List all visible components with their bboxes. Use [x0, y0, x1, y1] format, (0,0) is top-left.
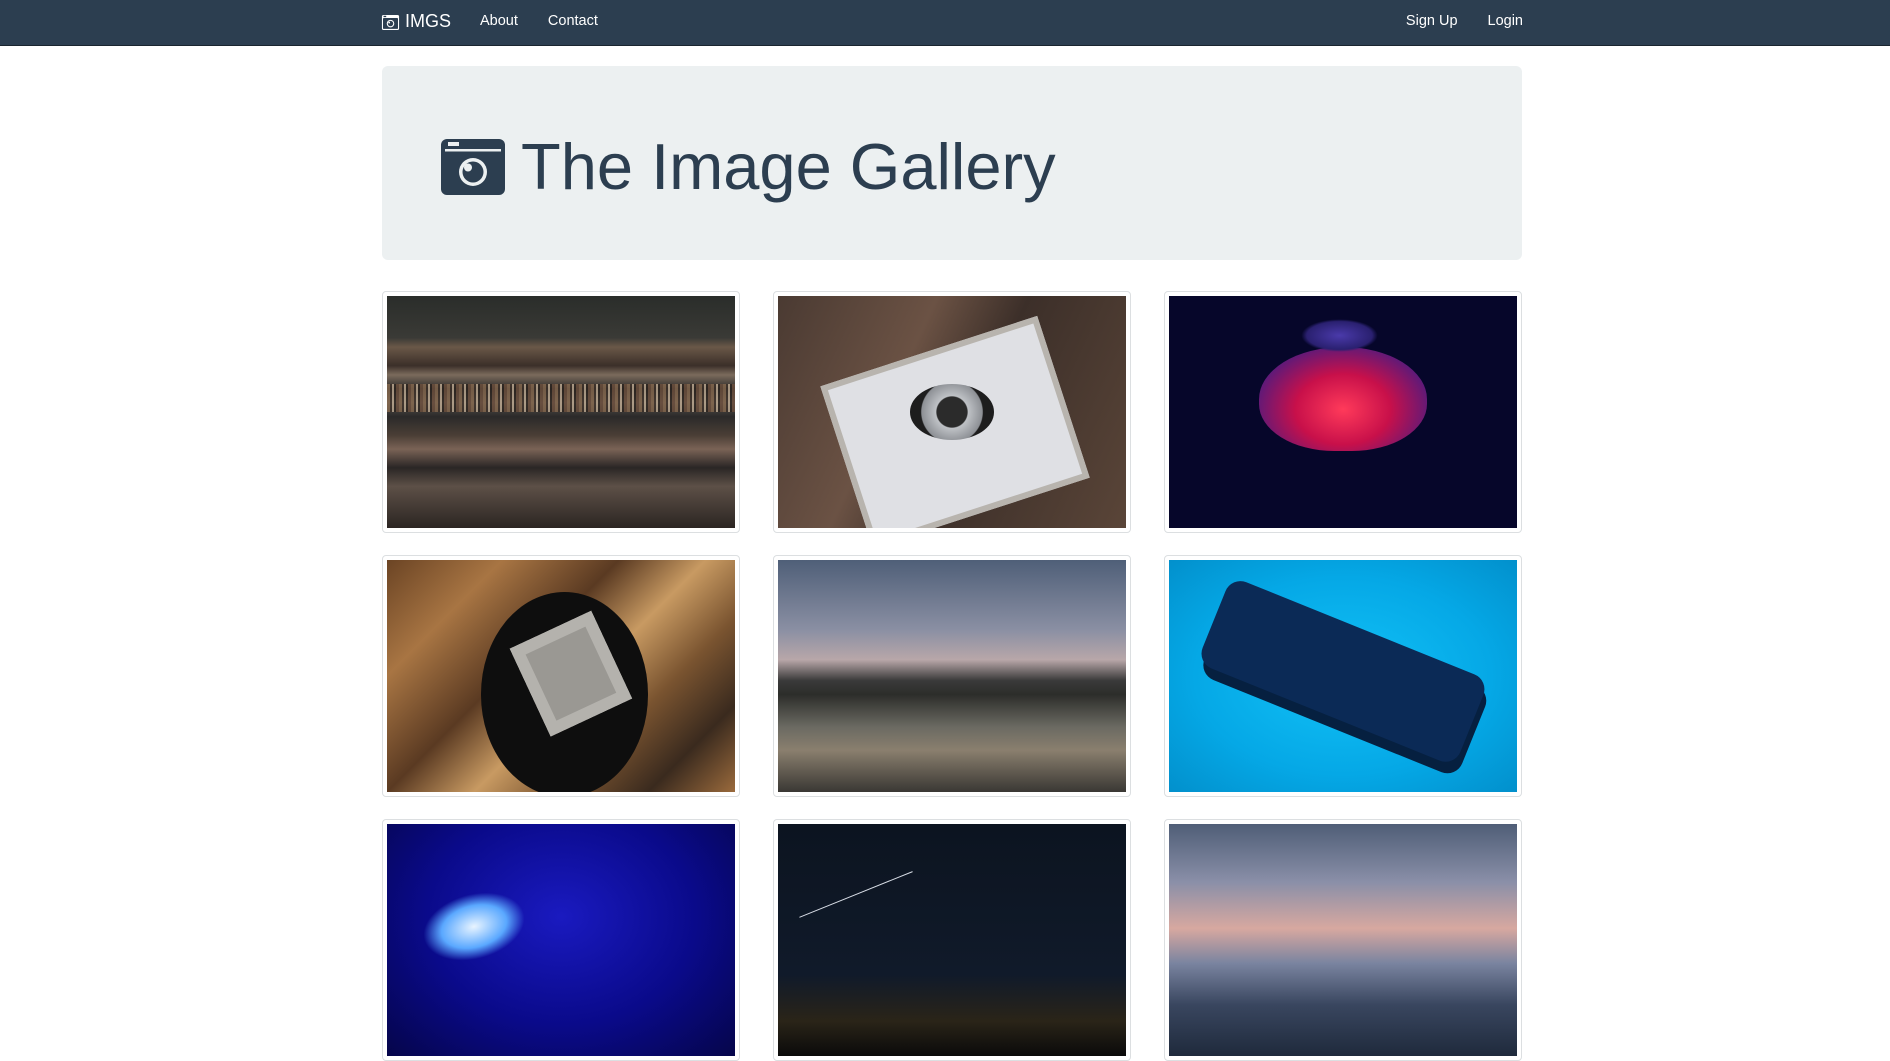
gallery-thumbnail[interactable] — [773, 291, 1131, 533]
jellyfish-photo — [1169, 296, 1517, 528]
gallery-thumbnail[interactable] — [382, 555, 740, 797]
brand-link[interactable]: IMGS — [381, 0, 451, 42]
jellyfish-photo — [387, 824, 735, 1056]
navbar: IMGS About Contact Sign Up Login — [0, 0, 1890, 46]
sign-up-link[interactable]: Sign Up — [1406, 13, 1458, 29]
navbar-container: IMGS About Contact Sign Up Login — [381, 0, 1523, 46]
camera-photo — [778, 296, 1126, 528]
plate-photo — [387, 560, 735, 792]
jumbotron: The Image Gallery — [382, 66, 1522, 260]
brand-label: IMGS — [405, 10, 452, 31]
lake-photo — [778, 560, 1126, 792]
phone-photo — [1169, 560, 1517, 792]
camera-icon — [441, 138, 505, 195]
gallery-thumbnail[interactable] — [773, 555, 1131, 797]
gallery-thumbnail[interactable] — [382, 819, 740, 1061]
nav-about-link[interactable]: About — [480, 13, 518, 29]
nav-right: Sign Up Login — [1376, 0, 1523, 42]
camera-icon — [381, 14, 400, 30]
sea-photo — [1169, 824, 1517, 1056]
page-title-text: The Image Gallery — [521, 130, 1056, 203]
gallery-thumbnail[interactable] — [382, 291, 740, 533]
bookshelf-photo — [387, 296, 735, 528]
page-title: The Image Gallery — [441, 134, 1056, 199]
gallery-thumbnail[interactable] — [1164, 291, 1522, 533]
nav-left: About Contact — [480, 0, 628, 42]
gallery-thumbnail[interactable] — [773, 819, 1131, 1061]
gallery-thumbnail[interactable] — [1164, 555, 1522, 797]
nav-contact-link[interactable]: Contact — [548, 13, 598, 29]
login-link[interactable]: Login — [1488, 13, 1523, 29]
image-grid — [382, 291, 1522, 1061]
stars-photo — [778, 824, 1126, 1056]
gallery-thumbnail[interactable] — [1164, 819, 1522, 1061]
